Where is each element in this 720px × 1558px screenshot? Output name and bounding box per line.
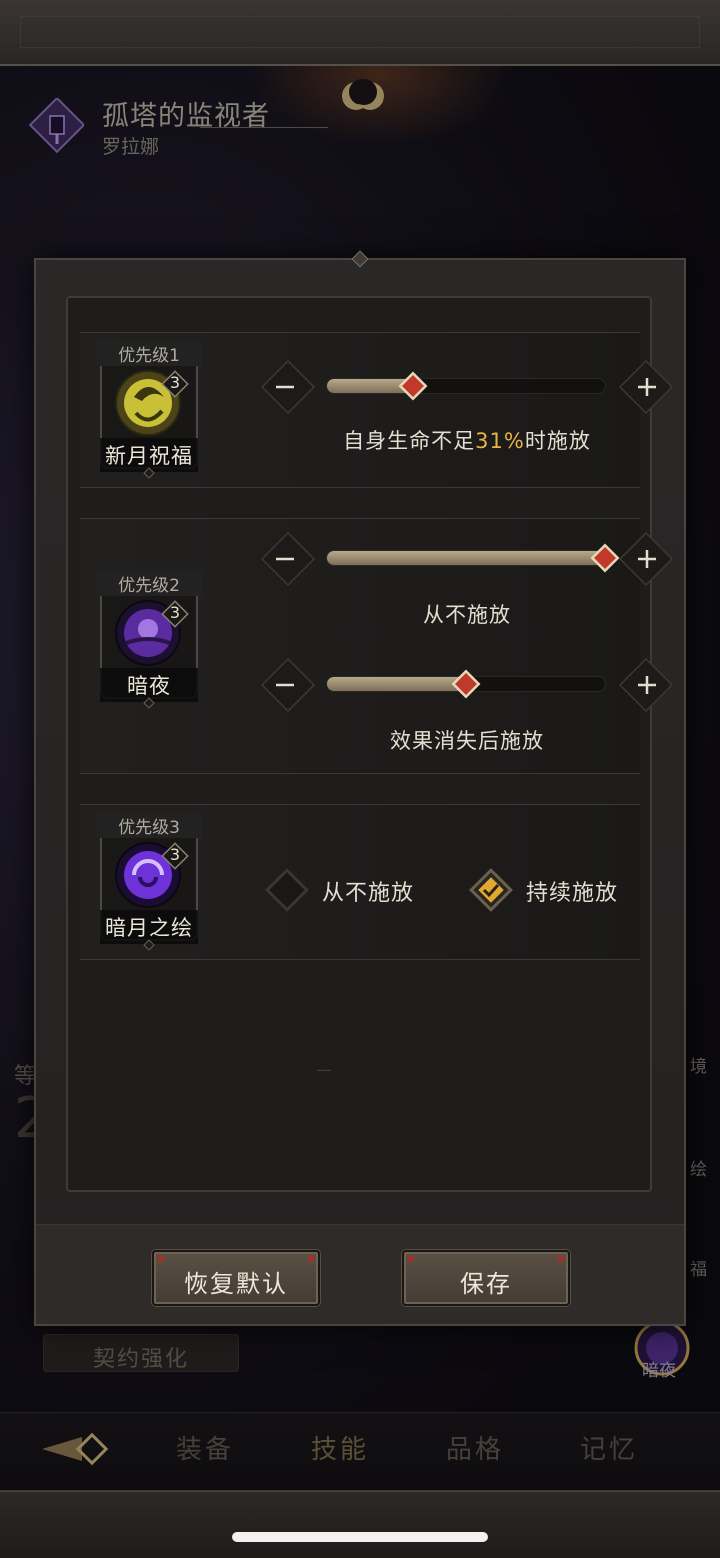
cast-slider xyxy=(260,529,674,589)
cast-slider xyxy=(260,655,674,715)
faded-background-text: — xyxy=(316,1060,332,1079)
skill-row: 优先级1 3 新月祝福 自身生命不足31%时施放 xyxy=(80,332,674,488)
slider-track[interactable] xyxy=(326,543,620,573)
slider-thumb-icon[interactable] xyxy=(590,543,620,573)
condition-suffix: 时施放 xyxy=(524,429,591,453)
slider-thumb-icon[interactable] xyxy=(398,371,428,401)
plus-icon[interactable] xyxy=(618,531,674,587)
skill-card[interactable]: 优先级2 3 暗夜 xyxy=(96,571,202,709)
skill-card[interactable]: 优先级3 3 暗月之绘 xyxy=(96,813,202,951)
cast-threshold-slider xyxy=(260,357,674,417)
reset-default-button[interactable]: 恢复默认 xyxy=(152,1250,320,1306)
minus-icon[interactable] xyxy=(260,657,316,713)
condition-threshold: 31% xyxy=(475,429,525,453)
modal-footer xyxy=(36,1224,684,1324)
slider-track[interactable] xyxy=(326,669,606,699)
home-indicator[interactable] xyxy=(232,1532,488,1542)
condition-prefix: 自身生命不足 xyxy=(343,429,476,453)
plus-icon[interactable] xyxy=(618,657,674,713)
cast-condition-text: 从不施放 xyxy=(423,603,511,627)
minus-icon[interactable] xyxy=(260,359,316,415)
skill-level: 3 xyxy=(169,845,181,864)
reset-default-label: 恢复默认 xyxy=(184,1270,288,1298)
cast-condition-text: 效果消失后施放 xyxy=(390,729,544,753)
bottom-frame xyxy=(0,1490,720,1558)
option-label: 从不施放 xyxy=(322,881,415,906)
skill-row: 优先级3 3 暗月之绘 从不施放 持续施放 xyxy=(80,804,640,960)
top-frame xyxy=(0,0,720,66)
slider-fill xyxy=(327,677,466,691)
slider-fill xyxy=(327,551,605,565)
minus-icon[interactable] xyxy=(260,531,316,587)
checked-box-icon[interactable] xyxy=(466,865,516,915)
plus-icon[interactable] xyxy=(618,359,674,415)
skill-row: 优先级2 3 暗夜 从不施放 效果消失后施放 xyxy=(80,518,674,774)
slider-track[interactable] xyxy=(326,371,606,401)
priority-label: 优先级1 xyxy=(96,341,202,366)
skill-cast-settings-modal: 优先级1 3 新月祝福 自身生命不足31%时施放 优先级2 3 暗夜 从不施放 … xyxy=(34,250,686,1326)
skill-level: 3 xyxy=(169,373,181,392)
slider-thumb-icon[interactable] xyxy=(451,669,481,699)
priority-label: 优先级3 xyxy=(96,813,202,838)
unchecked-box-icon[interactable] xyxy=(262,865,312,915)
option-label: 持续施放 xyxy=(526,881,619,906)
cast-condition-text: 自身生命不足31%时施放 xyxy=(260,425,674,455)
skill-level: 3 xyxy=(169,603,181,622)
skill-card[interactable]: 优先级1 3 新月祝福 xyxy=(96,341,202,479)
save-button[interactable]: 保存 xyxy=(402,1250,570,1306)
save-label: 保存 xyxy=(460,1270,512,1298)
priority-label: 优先级2 xyxy=(96,571,202,596)
